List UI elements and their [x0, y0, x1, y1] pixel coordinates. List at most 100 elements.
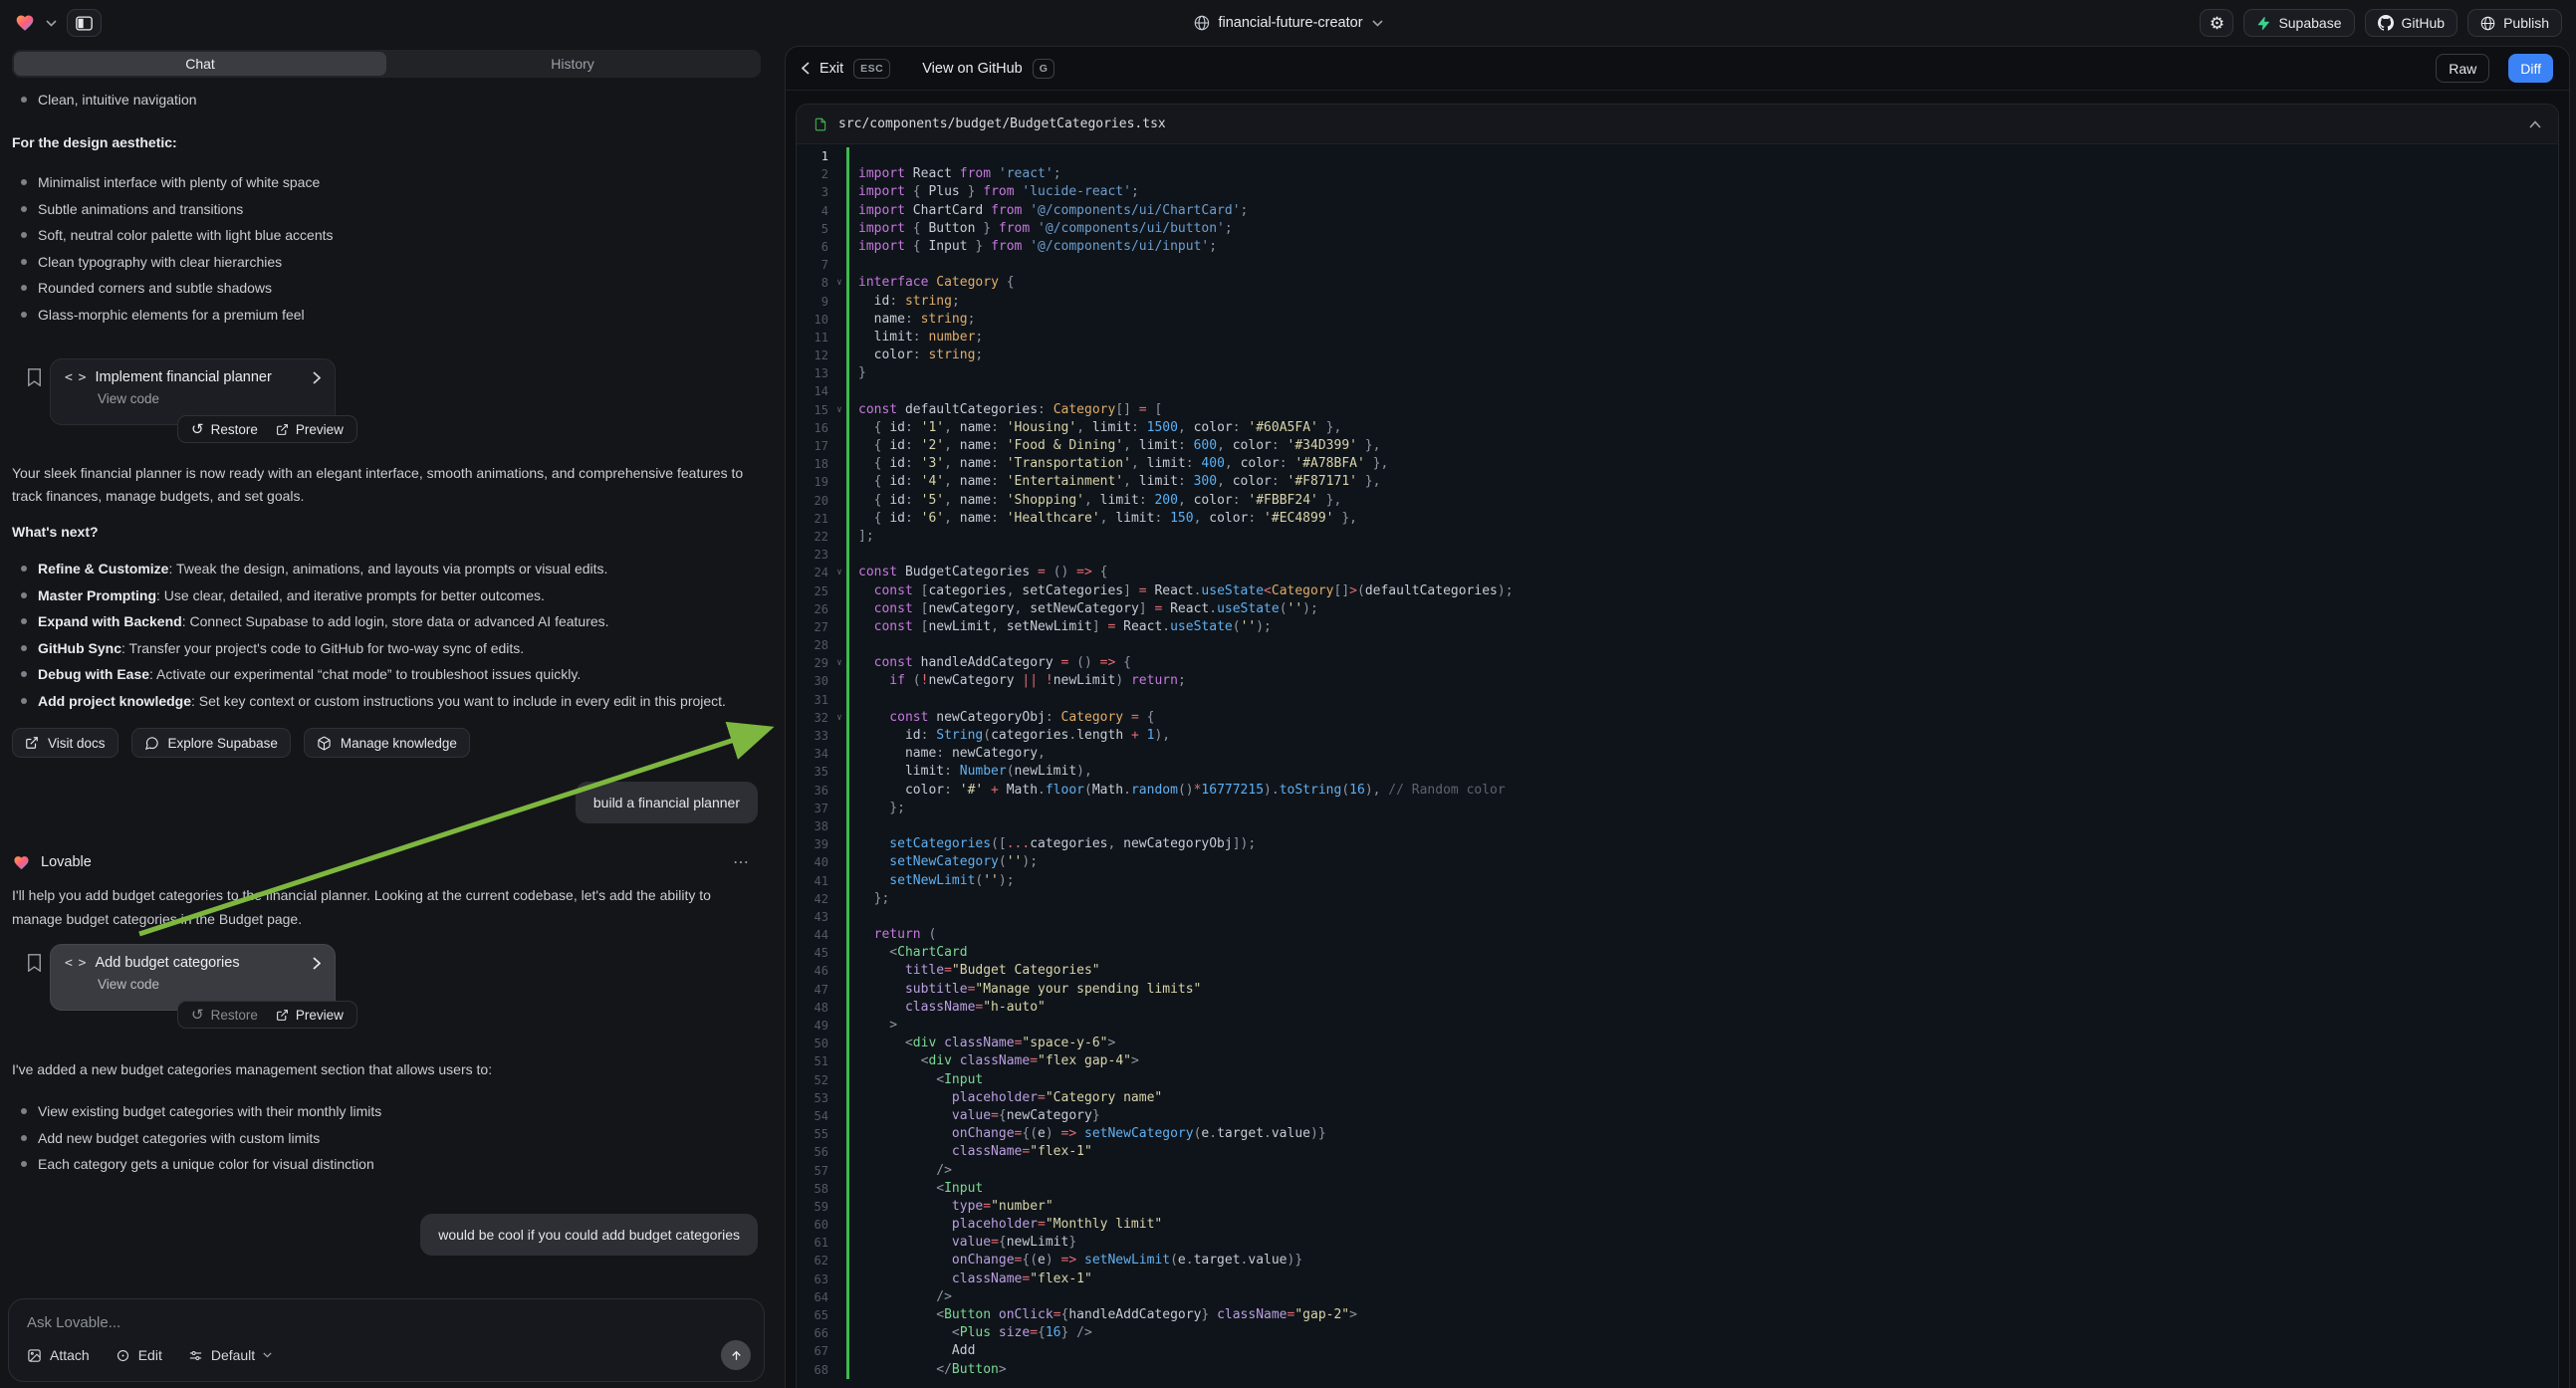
fold-gutter: [832, 944, 846, 962]
fold-gutter: [832, 1198, 846, 1216]
quick-actions: Visit docs Explore Supabase Manage knowl…: [12, 728, 761, 758]
code-line: 11 limit: number;: [797, 329, 2558, 347]
code-line: 28: [797, 636, 2558, 654]
fold-gutter: [832, 800, 846, 817]
project-chevron-down-icon[interactable]: [1372, 20, 1383, 27]
manage-knowledge-button[interactable]: Manage knowledge: [304, 728, 470, 758]
code-brackets-icon: < >: [65, 370, 85, 385]
preview-button[interactable]: Preview: [267, 416, 352, 442]
line-number: 65: [797, 1306, 832, 1324]
supabase-button[interactable]: Supabase: [2243, 9, 2354, 37]
list-item: Expand with Backend: Connect Supabase to…: [12, 608, 761, 635]
bookmark-icon[interactable]: [27, 368, 42, 386]
fold-gutter: [832, 220, 846, 238]
line-number: 53: [797, 1089, 832, 1107]
fold-chevron-icon[interactable]: ∨: [832, 654, 846, 672]
list-item: Each category gets a unique color for vi…: [12, 1151, 761, 1178]
tab-chat[interactable]: Chat: [14, 52, 386, 76]
settings-button[interactable]: ⚙: [2200, 9, 2233, 37]
line-number: 45: [797, 944, 832, 962]
publish-button[interactable]: Publish: [2467, 9, 2562, 37]
code-line: 54 value={newCategory}: [797, 1107, 2558, 1125]
send-button[interactable]: [721, 1340, 751, 1370]
line-number: 15: [797, 401, 832, 419]
github-icon: [2378, 15, 2394, 31]
code-line: 44 return (: [797, 926, 2558, 944]
tab-history[interactable]: History: [386, 52, 759, 76]
line-number: 42: [797, 890, 832, 908]
fold-gutter: [832, 1361, 846, 1379]
view-on-github-button[interactable]: View on GitHub G: [922, 59, 1054, 79]
code-line: 48 className="h-auto": [797, 999, 2558, 1017]
whats-next-heading: What's next?: [12, 524, 761, 540]
workspace-chevron-down-icon[interactable]: [46, 20, 57, 27]
chevron-right-icon[interactable]: [313, 957, 321, 970]
code-line: 45 <ChartCard: [797, 944, 2558, 962]
bullet-dot: [21, 618, 27, 624]
line-number: 14: [797, 382, 832, 400]
line-number: 40: [797, 853, 832, 871]
fold-chevron-icon[interactable]: ∨: [832, 274, 846, 292]
file-card: src/components/budget/BudgetCategories.t…: [796, 104, 2559, 1388]
list-item: Subtle animations and transitions: [12, 196, 761, 223]
chevron-up-icon[interactable]: [2529, 120, 2541, 128]
fold-gutter: [832, 147, 846, 165]
fold-gutter: [832, 582, 846, 600]
fold-gutter: [832, 1017, 846, 1035]
view-code-link[interactable]: View code: [98, 391, 321, 406]
fold-chevron-icon[interactable]: ∨: [832, 401, 846, 419]
version-card-implement-planner: < > Implement financial planner View cod…: [12, 358, 761, 446]
restore-button[interactable]: ↺ Restore: [182, 416, 267, 442]
edit-button[interactable]: Edit: [116, 1347, 162, 1363]
line-number: 41: [797, 872, 832, 890]
publish-globe-icon: [2480, 16, 2495, 31]
code-line: 40 setNewCategory('');: [797, 853, 2558, 871]
fold-gutter: [832, 1342, 846, 1360]
fold-gutter: [832, 600, 846, 618]
more-options-icon[interactable]: ⋯: [733, 852, 751, 872]
exit-button[interactable]: Exit ESC: [802, 59, 890, 79]
fold-gutter: [832, 691, 846, 709]
chat-input-box[interactable]: Ask Lovable... Attach Edit Default: [8, 1298, 765, 1382]
chevron-right-icon[interactable]: [313, 371, 321, 384]
fold-gutter: [832, 745, 846, 763]
code-line: 12 color: string;: [797, 347, 2558, 364]
list-item: Minimalist interface with plenty of whit…: [12, 169, 761, 196]
diff-toggle-button[interactable]: Diff: [2508, 54, 2553, 83]
bookmark-icon[interactable]: [27, 954, 42, 972]
fold-chevron-icon[interactable]: ∨: [832, 709, 846, 727]
chat-panel: Chat History Clean, intuitive navigation…: [0, 46, 775, 1388]
code-line: 24∨const BudgetCategories = () => {: [797, 564, 2558, 581]
line-number: 21: [797, 510, 832, 528]
code-line: 62 onChange={(e) => setNewLimit(e.target…: [797, 1252, 2558, 1270]
fold-gutter: [832, 364, 846, 382]
line-number: 8: [797, 274, 832, 292]
file-header-bar[interactable]: src/components/budget/BudgetCategories.t…: [797, 105, 2558, 144]
code-line: 14: [797, 382, 2558, 400]
chat-input-placeholder[interactable]: Ask Lovable...: [27, 1314, 746, 1331]
ready-paragraph: Your sleek financial planner is now read…: [12, 462, 744, 508]
design-aesthetic-heading: For the design aesthetic:: [12, 134, 761, 150]
view-code-link[interactable]: View code: [98, 977, 321, 992]
code-line: 19 { id: '4', name: 'Entertainment', lim…: [797, 473, 2558, 491]
restore-button[interactable]: ↺ Restore: [182, 1002, 267, 1028]
list-item: Refine & Customize: Tweak the design, an…: [12, 556, 761, 582]
list-item: View existing budget categories with the…: [12, 1098, 761, 1125]
code-line: 36 color: '#' + Math.floor(Math.random()…: [797, 782, 2558, 800]
raw-toggle-button[interactable]: Raw: [2436, 54, 2489, 83]
lovable-logo-heart-icon[interactable]: [14, 13, 36, 33]
code-line: 21 { id: '6', name: 'Healthcare', limit:…: [797, 510, 2558, 528]
explore-supabase-button[interactable]: Explore Supabase: [131, 728, 291, 758]
fold-chevron-icon[interactable]: ∨: [832, 564, 846, 581]
preview-button[interactable]: Preview: [267, 1002, 352, 1028]
github-button[interactable]: GitHub: [2365, 9, 2459, 37]
toggle-sidebar-button[interactable]: [67, 9, 102, 37]
visit-docs-button[interactable]: Visit docs: [12, 728, 118, 758]
list-item: GitHub Sync: Transfer your project's cod…: [12, 635, 761, 662]
code-lines[interactable]: 12import React from 'react';3import { Pl…: [797, 144, 2558, 1388]
mode-selector[interactable]: Default: [188, 1347, 272, 1363]
package-icon: [317, 736, 332, 751]
attach-button[interactable]: Attach: [27, 1347, 90, 1363]
target-icon: [116, 1348, 130, 1363]
project-title[interactable]: financial-future-creator: [1218, 15, 1362, 31]
